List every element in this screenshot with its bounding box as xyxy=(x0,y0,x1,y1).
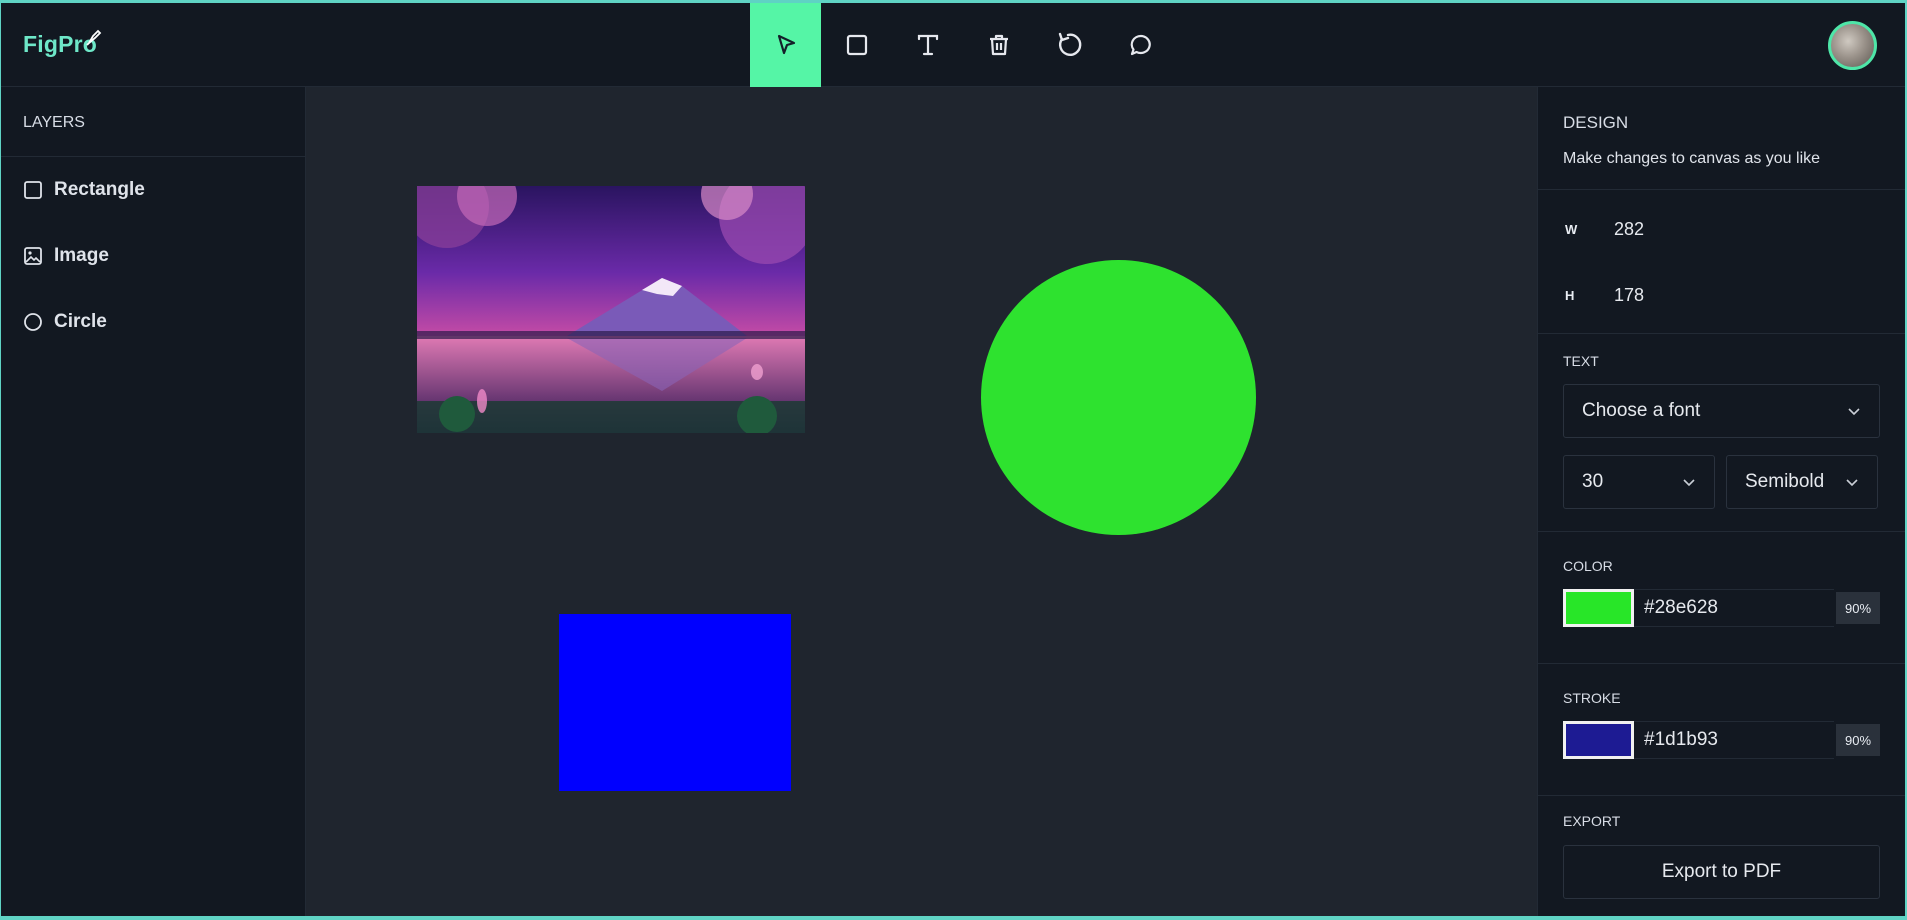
fill-color-row[interactable]: #28e628 90% xyxy=(1563,589,1880,627)
canvas-circle[interactable] xyxy=(981,260,1256,535)
stroke-color-swatch[interactable] xyxy=(1563,721,1634,759)
font-family-value: Choose a font xyxy=(1582,400,1701,421)
font-weight-select[interactable]: Semibold xyxy=(1726,455,1878,509)
stroke-opacity[interactable]: 90% xyxy=(1836,724,1880,756)
layer-label: Rectangle xyxy=(54,179,145,200)
layer-label: Circle xyxy=(54,311,107,332)
app-logo[interactable]: FigPro xyxy=(23,29,102,58)
width-label: W xyxy=(1565,221,1578,237)
layer-item-circle[interactable]: Circle xyxy=(1,289,305,355)
chevron-down-icon xyxy=(1846,479,1858,487)
tool-delete-button[interactable] xyxy=(963,3,1034,87)
height-value[interactable]: 178 xyxy=(1614,285,1644,306)
layers-sidebar: LAYERS Rectangle Image Circle xyxy=(1,87,306,916)
app-window: FigPro LAYERS Rectangle Image Circle DES… xyxy=(1,3,1905,916)
width-value[interactable]: 282 xyxy=(1614,219,1644,240)
tool-select-button[interactable] xyxy=(750,3,821,87)
stroke-section: STROKE #1d1b93 90% xyxy=(1538,664,1905,796)
fill-color-hex[interactable]: #28e628 xyxy=(1634,589,1834,627)
tool-text-button[interactable] xyxy=(892,3,963,87)
pen-nib-icon xyxy=(86,29,102,46)
design-subtitle: Make changes to canvas as you like xyxy=(1563,150,1821,167)
height-field[interactable]: H 178 xyxy=(1563,262,1880,328)
mountain-lake-illustration xyxy=(417,186,805,433)
cursor-icon xyxy=(777,34,795,55)
font-family-select[interactable]: Choose a font xyxy=(1563,384,1880,438)
font-size-value: 30 xyxy=(1582,471,1604,492)
export-pdf-button[interactable]: Export to PDF xyxy=(1563,845,1880,899)
layer-item-rectangle[interactable]: Rectangle xyxy=(1,157,305,223)
layer-item-image[interactable]: Image xyxy=(1,223,305,289)
rotate-icon xyxy=(1058,32,1081,56)
height-label: H xyxy=(1565,287,1575,303)
stroke-color-row[interactable]: #1d1b93 90% xyxy=(1563,721,1880,759)
user-avatar[interactable] xyxy=(1828,21,1877,70)
export-title: EXPORT xyxy=(1563,813,1621,829)
stroke-color-hex[interactable]: #1d1b93 xyxy=(1634,721,1834,759)
image-icon xyxy=(24,247,42,265)
square-icon xyxy=(24,181,42,199)
canvas-rectangle[interactable] xyxy=(559,614,791,791)
font-weight-value: Semibold xyxy=(1745,471,1825,492)
circle-icon xyxy=(24,313,42,331)
export-section: EXPORT Export to PDF xyxy=(1538,796,1905,899)
design-panel: DESIGN Make changes to canvas as you lik… xyxy=(1537,87,1905,916)
text-title: TEXT xyxy=(1563,353,1599,369)
design-canvas[interactable] xyxy=(306,87,1537,916)
color-section: COLOR #28e628 90% xyxy=(1538,532,1905,664)
color-title: COLOR xyxy=(1563,558,1613,574)
toolbar xyxy=(750,3,1176,87)
design-title: DESIGN xyxy=(1563,113,1629,132)
font-size-select[interactable]: 30 xyxy=(1563,455,1715,509)
tool-comments-button[interactable] xyxy=(1105,3,1176,87)
fill-color-swatch[interactable] xyxy=(1563,589,1634,627)
top-navbar: FigPro xyxy=(1,3,1905,87)
canvas-image[interactable] xyxy=(417,186,805,433)
font-options-row: 30 Semibold xyxy=(1563,455,1880,509)
comment-icon xyxy=(1130,34,1151,56)
tool-reset-button[interactable] xyxy=(1034,3,1105,87)
trash-icon xyxy=(989,34,1008,56)
dimensions-section: W 282 H 178 xyxy=(1538,190,1905,334)
square-icon xyxy=(846,34,867,56)
design-section: DESIGN Make changes to canvas as you lik… xyxy=(1538,87,1905,190)
width-field[interactable]: W 282 xyxy=(1563,196,1880,262)
tool-rectangle-button[interactable] xyxy=(821,3,892,87)
fill-opacity[interactable]: 90% xyxy=(1836,592,1880,624)
text-section: TEXT Choose a font 30 Semibold xyxy=(1538,334,1905,532)
stroke-title: STROKE xyxy=(1563,690,1621,706)
chevron-down-icon xyxy=(1848,408,1860,416)
layers-title: LAYERS xyxy=(1,87,305,157)
text-icon xyxy=(917,34,938,56)
layer-label: Image xyxy=(54,245,109,266)
chevron-down-icon xyxy=(1683,479,1695,487)
